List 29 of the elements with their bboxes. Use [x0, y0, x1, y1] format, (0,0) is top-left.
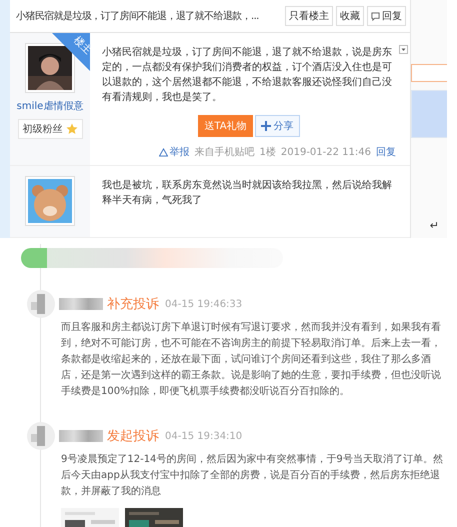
thread-title: 小猪民宿就是垃圾，订了房间不能退，退了就不给退款，... [16, 10, 259, 23]
header-button[interactable]: 只看楼主 [285, 6, 333, 26]
post-text: 小猪民宿就是垃圾，订了房间不能退，退了就不给退款，说是房东定的，一点都没有保护我们消费者的权益，订个酒店没入住也是可以退款的，这个居然退都不能退，不给退款客服还说怪我们自己没有看清规则，我也是笑了。 [102, 46, 393, 105]
author-name[interactable]: smile虐情假意 [16, 99, 84, 113]
reply-button[interactable]: 回复 [367, 6, 406, 26]
fan-badge: 初级粉丝 [18, 119, 82, 139]
post-time: 2019-01-22 11:46 [280, 146, 371, 158]
return-mark: ↵ [430, 219, 440, 234]
complaint-time: 04-15 19:34:10 [165, 430, 242, 442]
warning-icon [158, 148, 168, 156]
reply-link[interactable]: 回复 [376, 145, 396, 159]
floor-number: 1楼 [260, 146, 276, 159]
post-text: 我也是被坑，联系房东竟然说当时就因该给我拉黑，然后说给我解释半天有病，气死我了 [102, 178, 393, 208]
complaint-text: 9号凌晨预定了12-14号的房间，然后因为家中有突然事情，于9号当天取消了订单。然后今天由app从我支付宝中扣除了全部的房费，说是百分百的手续费，然后房东拒绝退款，并屏蔽了我的消息 [61, 452, 444, 499]
star-icon [66, 123, 78, 135]
report-link[interactable]: 举报 [158, 145, 190, 159]
share-button[interactable]: 分享 [254, 115, 300, 137]
complaint-time: 04-15 19:46:33 [165, 298, 242, 310]
bear-avatar [28, 179, 72, 223]
blurred-name [59, 430, 103, 442]
complaint-text: 而且客服和房主都说订房下单退订时候有写退订要求，然而我并没有看到，如果我有看到，绝对不可能订房，也不可能在不咨询房主的前提下轻易取消订单。后来上去一看，条款都是收缩起来的，还放在最下面，试问谁订个房间还看到这些，我住了那么多酒店，还是第一次遇到这样的霸王条款。说是影响了她的生意，要扣手续费，但也没听说手续费是100%扣除，即便飞机票手续费都没听说百分百扣除的。 [61, 320, 442, 399]
blurred-name [59, 298, 103, 310]
complaint-type: 发起投诉 [107, 428, 159, 445]
complaint-type: 补充投诉 [107, 296, 159, 313]
dropdown-icon[interactable] [399, 45, 408, 54]
plus-icon [260, 121, 271, 131]
comment-icon [371, 12, 380, 20]
header-button[interactable]: 收藏 [336, 6, 364, 26]
post-source: 来自手机贴吧 [194, 146, 254, 159]
